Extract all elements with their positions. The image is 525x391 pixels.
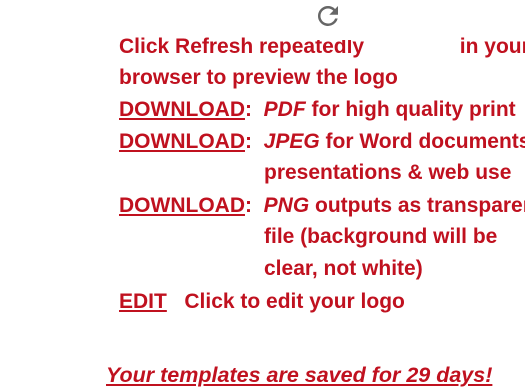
download-jpeg-desc-2: presentations & web use (264, 161, 512, 184)
download-pdf-format: PDF (263, 98, 306, 121)
download-png-desc-2: file (background will be (264, 225, 498, 248)
refresh-icon (317, 5, 338, 27)
refresh-instruction-line-2: browser to preview the logo (119, 66, 398, 89)
download-jpeg-desc: for Word documents, (325, 130, 525, 153)
download-pdf-row: DOWNLOAD: PDF for high quality print (119, 95, 516, 125)
download-png-row: DOWNLOAD: PNG outputs as transparent (119, 191, 525, 221)
templates-saved-notice: Your templates are saved for 29 days! (106, 363, 493, 387)
download-pdf-desc: for high quality print (311, 98, 516, 121)
edit-link[interactable]: EDIT (119, 290, 167, 313)
download-png-link[interactable]: DOWNLOAD (119, 194, 245, 217)
download-pdf-sep: : (244, 98, 252, 121)
download-png-desc: outputs as transparent (315, 194, 525, 217)
refresh-button[interactable] (285, 0, 369, 40)
edit-desc: Click to edit your logo (184, 290, 405, 313)
refresh-instruction-suffix: in your (459, 35, 525, 58)
download-jpeg-link[interactable]: DOWNLOAD (119, 130, 245, 153)
download-pdf-link[interactable]: DOWNLOAD (119, 98, 245, 121)
download-jpeg-row: DOWNLOAD: JPEG for Word documents, (119, 127, 525, 157)
edit-row: EDIT Click to edit your logo (119, 287, 405, 317)
download-png-format: PNG (263, 194, 310, 217)
download-jpeg-format: JPEG (263, 130, 320, 153)
download-png-desc-3: clear, not white) (264, 257, 423, 280)
download-png-sep: : (244, 194, 252, 217)
download-jpeg-sep: : (244, 130, 252, 153)
